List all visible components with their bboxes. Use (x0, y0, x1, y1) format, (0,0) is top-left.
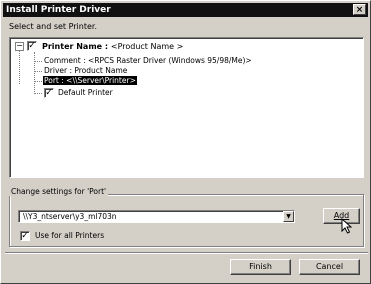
tree-item-default-printer[interactable]: Default Printer (58, 88, 113, 97)
printer-name-checkbox[interactable]: ✓ (27, 41, 37, 51)
tree-connector (19, 51, 20, 84)
use-for-all-printers-checkbox[interactable]: ✓ (20, 231, 30, 241)
port-combobox[interactable]: \\Y3_ntserver\y3_ml703n ▼ (18, 210, 295, 223)
footer-separator (5, 252, 368, 254)
collapse-icon[interactable]: − (15, 42, 24, 51)
port-settings-group-label: Change settings for 'Port' (9, 187, 109, 196)
port-dropdown-button[interactable]: ▼ (283, 211, 294, 222)
tree-item-port[interactable]: Port : <\\Server\Printer> (43, 76, 137, 85)
tree-item-printer-name[interactable]: Printer Name : <Product Name > (42, 42, 183, 51)
checkmark-icon: ✓ (28, 41, 36, 51)
tree-item-port-label: Port : <\\Server\Printer> (43, 76, 137, 85)
tree-connector (34, 93, 42, 94)
cancel-button[interactable]: Cancel (299, 259, 360, 275)
printer-tree-view[interactable]: − ✓ Printer Name : <Product Name > Comme… (9, 37, 364, 178)
port-combobox-value: \\Y3_ntserver\y3_ml703n (23, 212, 117, 221)
tree-connector (34, 71, 42, 72)
tree-connector (34, 61, 42, 62)
dialog-instruction: Select and set Printer. (9, 22, 98, 31)
title-bar[interactable]: Install Printer Driver × (3, 3, 368, 17)
chevron-down-icon: ▼ (286, 213, 291, 220)
printer-name-value: <Product Name > (110, 42, 184, 51)
tree-item-driver[interactable]: Driver : Product Name (44, 66, 127, 75)
tree-item-comment[interactable]: Comment : <RPCS Raster Driver (Windows 9… (44, 56, 252, 65)
dialog-title: Install Printer Driver (6, 5, 111, 15)
checkmark-icon: ✓ (21, 231, 29, 241)
tree-connector (34, 52, 35, 94)
close-icon: × (355, 5, 364, 15)
mouse-pointer-icon (341, 218, 353, 234)
close-button[interactable]: × (353, 4, 366, 15)
install-printer-driver-dialog: Install Printer Driver × Select and set … (0, 0, 371, 284)
use-for-all-printers-label[interactable]: Use for all Printers (35, 231, 104, 240)
tree-connector (34, 81, 42, 82)
printer-name-label: Printer Name : (42, 42, 111, 51)
default-printer-checkbox[interactable]: ✓ (44, 88, 54, 98)
checkmark-icon: ✓ (45, 88, 53, 98)
finish-button[interactable]: Finish (230, 259, 291, 275)
